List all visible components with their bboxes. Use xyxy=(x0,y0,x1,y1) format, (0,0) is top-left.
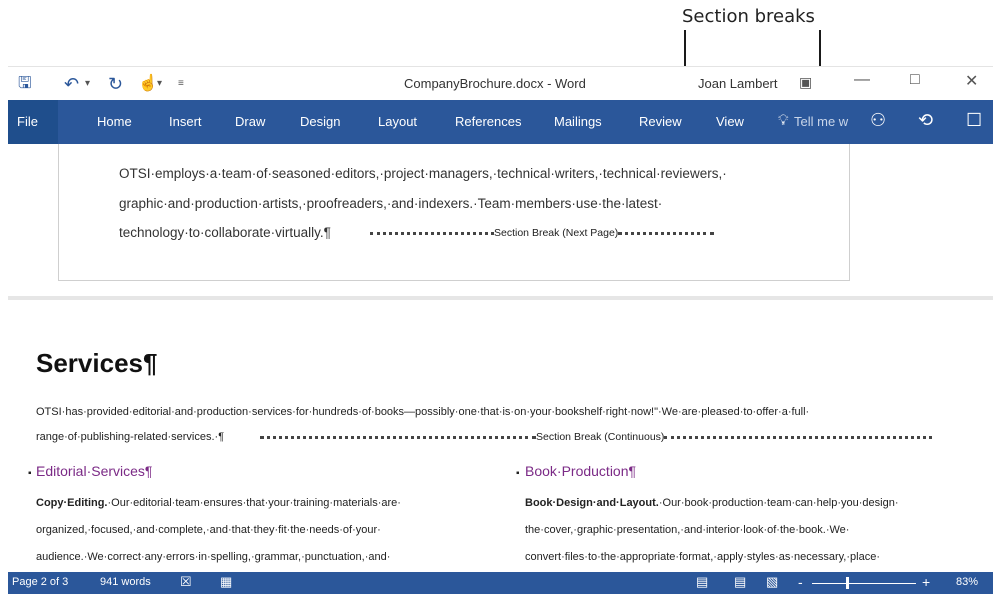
word-count[interactable]: 941 words xyxy=(100,576,151,588)
zoom-slider-thumb[interactable] xyxy=(846,577,849,589)
customize-qat-icon[interactable]: ≡ xyxy=(178,78,184,89)
services-heading: Services¶ xyxy=(36,348,158,378)
status-bar: Page 2 of 3 941 words ☒ ▦ ▤ ▤ ▧ - + 83% xyxy=(8,572,993,594)
document-title: CompanyBrochure.docx - Word xyxy=(404,76,586,91)
zoom-out-button[interactable]: - xyxy=(798,574,803,590)
touch-mode-icon[interactable]: ☝ xyxy=(138,75,158,93)
left-column-line: Copy·Editing.·Our·editorial·team·ensures… xyxy=(36,497,401,509)
right-column-line: convert·files·to·the·appropriate·format,… xyxy=(525,551,880,563)
tab-home[interactable]: Home xyxy=(97,114,132,129)
page-margin-frame xyxy=(58,144,850,281)
undo-dropdown-icon[interactable]: ▾ xyxy=(85,78,90,89)
title-bar: 🖫 ↶ ▾ ↻ ☝ ▾ ≡ CompanyBrochure.docx - Wor… xyxy=(8,66,993,101)
zoom-level[interactable]: 83% xyxy=(956,576,978,588)
page-count[interactable]: Page 2 of 3 xyxy=(12,576,68,588)
ribbon-tab-bar: File Home Insert Draw Design Layout Refe… xyxy=(8,100,993,144)
print-layout-icon[interactable]: ▤ xyxy=(734,574,746,590)
page1-text-line: graphic·and·production·artists,·proofrea… xyxy=(119,196,663,211)
macro-record-icon[interactable]: ▦ xyxy=(220,574,232,590)
document-area[interactable]: OTSI·employs·a·team·of·seasoned·editors,… xyxy=(8,144,993,572)
page-2: Services¶ OTSI·has·provided·editorial·an… xyxy=(8,300,993,572)
section-break-next-page[interactable]: Section Break (Next Page) xyxy=(370,227,715,239)
close-icon[interactable]: ✕ xyxy=(965,71,978,91)
undo-icon[interactable]: ↶ xyxy=(64,75,79,93)
break-dots xyxy=(260,435,536,439)
touch-dropdown-icon[interactable]: ▾ xyxy=(157,78,162,89)
tab-draw[interactable]: Draw xyxy=(235,114,265,129)
tab-mailings[interactable]: Mailings xyxy=(554,114,602,129)
left-column-line: audience.·We·correct·any·errors·in·spell… xyxy=(36,551,391,563)
callout-label: Section breaks xyxy=(682,6,815,27)
comments-icon[interactable]: ☐ xyxy=(966,110,982,131)
break-dots xyxy=(618,231,715,235)
book-production-heading: Book·Production¶ xyxy=(525,463,637,479)
right-column-text: ·Our·book·production·team·can·help·you·d… xyxy=(658,497,899,509)
proofing-icon[interactable]: ☒ xyxy=(180,574,192,590)
copy-editing-label: Copy·Editing. xyxy=(36,497,108,509)
share-icon[interactable]: ⚇ xyxy=(870,110,886,131)
paragraph-mark-bullet: ▪ xyxy=(28,468,32,479)
section-break-continuous[interactable]: Section Break (Continuous) xyxy=(260,431,933,443)
user-name[interactable]: Joan Lambert xyxy=(698,76,778,91)
section-break-continuous-label: Section Break (Continuous) xyxy=(536,431,665,443)
page-1-bottom: OTSI·employs·a·team·of·seasoned·editors,… xyxy=(8,144,993,296)
page1-text-line: technology·to·collaborate·virtually.¶ xyxy=(119,225,331,240)
minimize-icon[interactable]: — xyxy=(854,71,870,89)
maximize-icon[interactable]: □ xyxy=(910,71,920,89)
services-paragraph-line: range·of·publishing-related·services.·¶ xyxy=(36,431,225,443)
lightbulb-icon: 💡︎ xyxy=(778,112,789,129)
tab-view[interactable]: View xyxy=(716,114,744,129)
tab-layout[interactable]: Layout xyxy=(378,114,417,129)
read-mode-icon[interactable]: ▤ xyxy=(696,574,708,590)
tell-me-box[interactable]: Tell me w xyxy=(794,114,848,129)
section-break-next-page-label: Section Break (Next Page) xyxy=(494,227,619,239)
save-icon[interactable]: 🖫 xyxy=(18,75,32,93)
services-paragraph-line: OTSI·has·provided·editorial·and·producti… xyxy=(36,406,810,418)
web-layout-icon[interactable]: ▧ xyxy=(766,574,778,590)
right-column-line: Book·Design·and·Layout.·Our·book·product… xyxy=(525,497,899,509)
book-design-label: Book·Design·and·Layout. xyxy=(525,497,659,509)
tab-design[interactable]: Design xyxy=(300,114,340,129)
tab-file[interactable]: File xyxy=(8,100,58,144)
tab-review[interactable]: Review xyxy=(639,114,682,129)
tab-references[interactable]: References xyxy=(455,114,521,129)
left-column-text: ·Our·editorial·team·ensures·that·your·tr… xyxy=(107,497,401,509)
zoom-slider[interactable] xyxy=(812,583,916,584)
history-icon[interactable]: ⟲ xyxy=(918,110,933,131)
ribbon-display-icon[interactable]: ▣ xyxy=(799,74,812,91)
right-column-line: the·cover,·graphic·presentation,·and·int… xyxy=(525,524,850,536)
editorial-services-heading: Editorial·Services¶ xyxy=(36,463,153,479)
paragraph-mark-bullet: ▪ xyxy=(516,468,520,479)
tab-file-label: File xyxy=(17,114,38,129)
left-column-line: organized,·focused,·and·complete,·and·th… xyxy=(36,524,381,536)
tab-insert[interactable]: Insert xyxy=(169,114,202,129)
redo-icon[interactable]: ↻ xyxy=(108,75,123,93)
zoom-in-button[interactable]: + xyxy=(922,574,930,590)
break-dots xyxy=(664,435,933,439)
page1-text-line: OTSI·employs·a·team·of·seasoned·editors,… xyxy=(119,166,727,181)
break-dots xyxy=(370,231,494,235)
